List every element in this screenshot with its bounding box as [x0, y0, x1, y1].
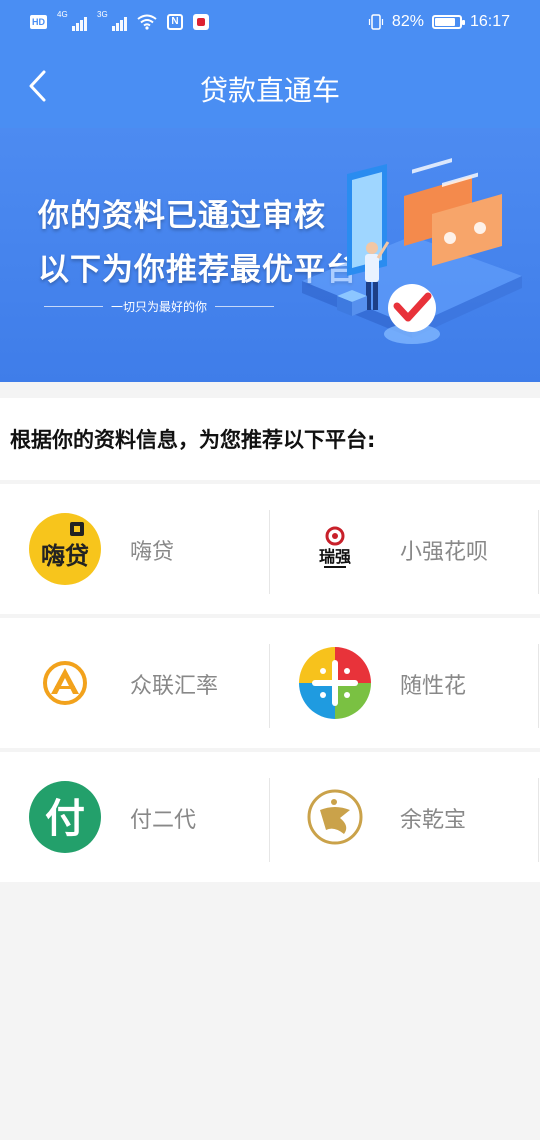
battery-percent: 82%: [391, 13, 424, 30]
platform-row-3: 付 付二代 余乾宝: [0, 752, 540, 882]
platform-card-yuqianbao[interactable]: 余乾宝: [270, 752, 540, 882]
platform-row-1: 嗨贷 嗨贷 瑞强 小强花呗: [0, 484, 540, 614]
nav-bar: 贷款直通车: [0, 44, 540, 128]
banner-illustration: [302, 158, 522, 344]
status-bar: HD 4G 3G N 82% 16:17: [0, 0, 540, 44]
platform-name: 随性花: [400, 674, 467, 699]
page-title: 贷款直通车: [199, 74, 340, 107]
platform-name: 众联汇率: [130, 674, 219, 699]
banner-subtitle-row: 一切只为最好的你: [44, 298, 275, 315]
haidai-logo-text: 嗨贷: [41, 542, 89, 570]
banner-subtitle: 一切只为最好的你: [111, 300, 208, 314]
platform-card-suixinghua[interactable]: 随性花: [270, 618, 540, 748]
fuerdai-logo-text: 付: [45, 796, 85, 842]
hd-icon: HD: [30, 15, 47, 29]
status-right: 82% 16:17: [368, 12, 510, 32]
xiaoqiang-logo-icon: 瑞强: [298, 512, 372, 586]
status-left-icons: HD 4G 3G N: [30, 10, 209, 32]
network-type-1: 4G: [57, 10, 68, 19]
platform-name: 付二代: [130, 808, 197, 833]
column-divider: [538, 510, 539, 594]
platform-row-2: 众联汇率 随性花: [0, 618, 540, 748]
column-divider: [538, 644, 539, 728]
signal-4g-icon: 4G: [57, 10, 87, 31]
wifi-icon: [137, 14, 157, 30]
suixinghua-logo-icon: [298, 646, 372, 720]
platform-card-xiaoqiang[interactable]: 瑞强 小强花呗: [270, 484, 540, 614]
haidai-logo-icon: 嗨贷: [28, 512, 102, 586]
battery-fill: [434, 18, 455, 26]
platform-card-zhonglian[interactable]: 众联汇率: [0, 618, 270, 748]
xiaoqiang-logo-text: 瑞强: [319, 547, 351, 566]
platform-name: 小强花呗: [400, 540, 489, 565]
signal-3g-icon: 3G: [97, 10, 127, 31]
hero-banner: 你的资料已通过审核 以下为你推荐最优平台 一切只为最好的你: [0, 128, 540, 382]
banner-headline-1: 你的资料已通过审核: [38, 198, 326, 234]
network-type-2: 3G: [97, 10, 108, 19]
platform-card-haidai[interactable]: 嗨贷 嗨贷: [0, 484, 270, 614]
fuerdai-logo-icon: 付: [28, 780, 102, 854]
nfc-icon: N: [167, 14, 183, 30]
zhonglian-logo-icon: [28, 646, 102, 720]
platform-card-fuerdai[interactable]: 付 付二代: [0, 752, 270, 882]
column-divider: [538, 778, 539, 862]
app-notification-icon: [193, 14, 209, 30]
vibrate-icon: [368, 14, 384, 30]
yuqianbao-logo-icon: [298, 780, 372, 854]
platform-name: 嗨贷: [130, 540, 175, 565]
clock: 16:17: [469, 13, 510, 30]
section-title: 根据你的资料信息，为您推荐以下平台:: [10, 428, 376, 452]
battery-icon: [431, 15, 465, 29]
platform-name: 余乾宝: [400, 808, 467, 833]
recommend-header: 根据你的资料信息，为您推荐以下平台:: [0, 398, 540, 480]
